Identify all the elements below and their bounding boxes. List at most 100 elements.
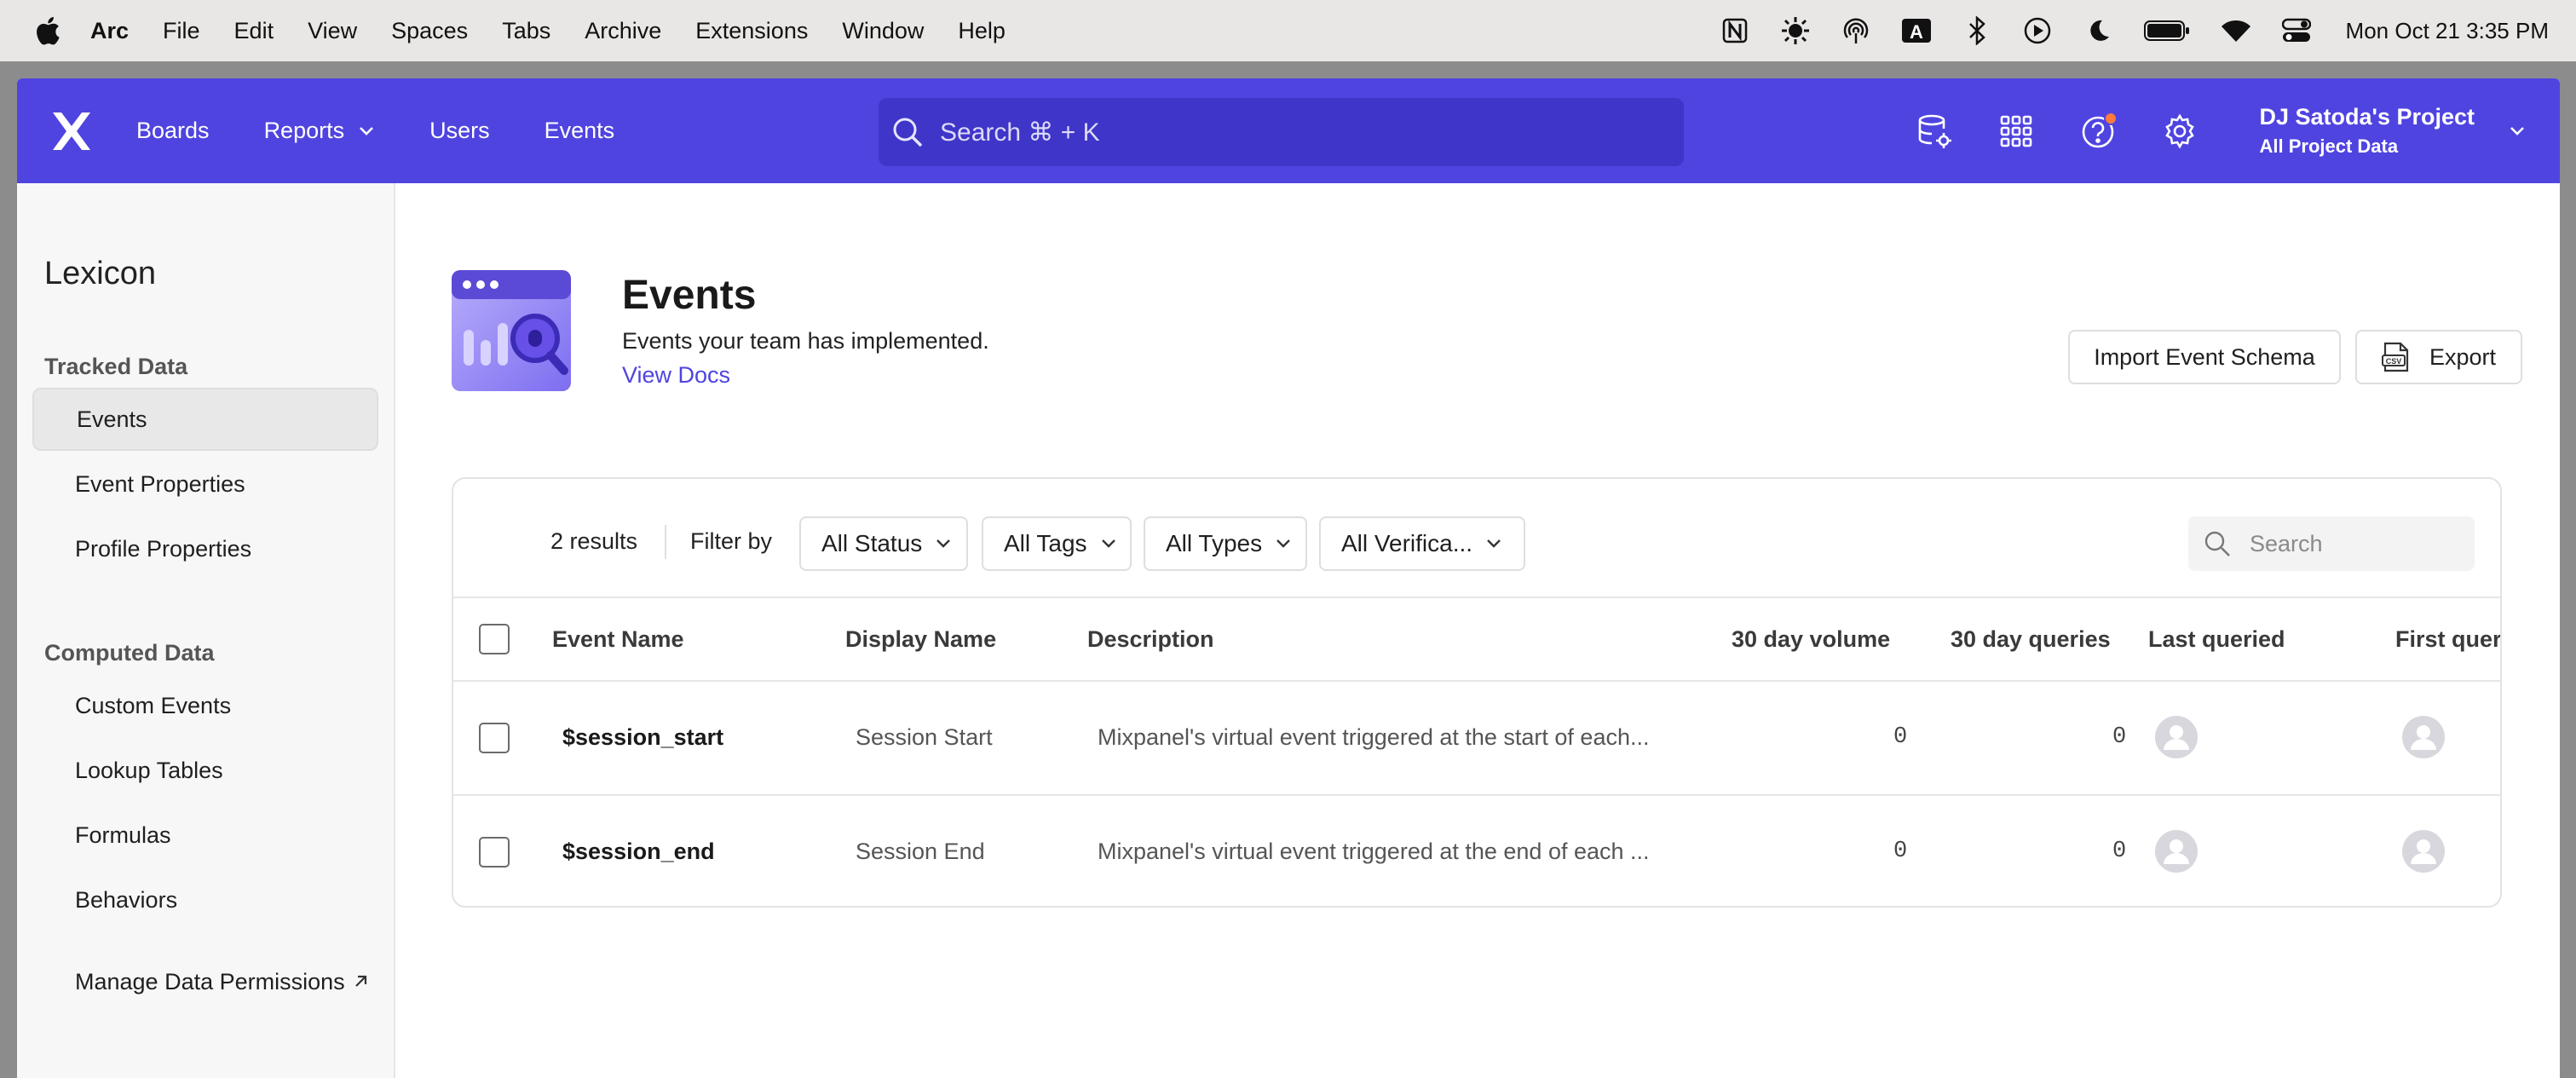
verification-filter-dropdown[interactable]: All Verifica... bbox=[1319, 516, 1525, 571]
events-illustration-icon bbox=[452, 270, 571, 391]
project-name: DJ Satoda's Project bbox=[2259, 104, 2475, 130]
project-switcher[interactable]: DJ Satoda's Project All Project Data bbox=[2259, 104, 2475, 158]
global-search[interactable]: Search ⌘ + K bbox=[879, 98, 1684, 166]
types-filter-dropdown[interactable]: All Types bbox=[1144, 516, 1307, 571]
menu-spaces[interactable]: Spaces bbox=[391, 18, 468, 44]
menu-edit[interactable]: Edit bbox=[234, 18, 274, 44]
page-title: Events bbox=[622, 273, 757, 318]
sidebar-item-custom-events[interactable]: Custom Events bbox=[32, 674, 378, 737]
gear-icon[interactable] bbox=[2160, 112, 2199, 151]
results-count: 2 results bbox=[550, 528, 638, 554]
airdrop-icon[interactable] bbox=[1841, 15, 1871, 46]
bluetooth-icon[interactable] bbox=[1962, 15, 1992, 46]
sidebar-item-label: Lookup Tables bbox=[75, 757, 223, 783]
user-avatar-icon bbox=[2402, 830, 2445, 873]
col-event-name[interactable]: Event Name bbox=[552, 626, 684, 653]
table-row[interactable]: $session_start Session Start Mixpanel's … bbox=[453, 682, 2500, 796]
col-30-day-queries[interactable]: 30 day queries bbox=[1951, 626, 2111, 653]
mixpanel-logo-icon[interactable] bbox=[49, 109, 94, 153]
volume-value: 0 bbox=[1893, 724, 1908, 750]
tags-filter-dropdown[interactable]: All Tags bbox=[982, 516, 1132, 571]
nav-reports-label: Reports bbox=[263, 118, 345, 143]
sidebar-item-event-properties[interactable]: Event Properties bbox=[32, 453, 378, 516]
col-last-queried[interactable]: Last queried bbox=[2148, 626, 2285, 653]
verification-filter-value: All Verifica... bbox=[1341, 530, 1473, 556]
col-description[interactable]: Description bbox=[1087, 626, 1214, 653]
chevron-down-icon bbox=[936, 539, 951, 548]
svg-text:CSV: CSV bbox=[2386, 357, 2402, 366]
help-icon[interactable] bbox=[2078, 111, 2118, 151]
menu-app-name[interactable]: Arc bbox=[90, 18, 129, 44]
view-docs-link[interactable]: View Docs bbox=[622, 362, 730, 389]
display-name: Session Start bbox=[856, 724, 993, 750]
nav-events[interactable]: Events bbox=[545, 118, 615, 144]
notification-dot bbox=[2104, 111, 2118, 125]
notion-icon[interactable] bbox=[1720, 15, 1750, 46]
event-description: Mixpanel's virtual event triggered at th… bbox=[1098, 724, 1650, 750]
import-button-label: Import Event Schema bbox=[2094, 343, 2315, 370]
wifi-icon[interactable] bbox=[2221, 15, 2251, 46]
col-30-day-volume[interactable]: 30 day volume bbox=[1732, 626, 1890, 653]
col-display-name[interactable]: Display Name bbox=[845, 626, 996, 653]
chevron-down-icon bbox=[1276, 539, 1290, 548]
menu-tabs[interactable]: Tabs bbox=[502, 18, 550, 44]
event-name[interactable]: $session_end bbox=[562, 839, 715, 865]
event-description: Mixpanel's virtual event triggered at th… bbox=[1098, 839, 1650, 864]
table-header: Event Name Display Name Description 30 d… bbox=[453, 598, 2500, 682]
types-filter-value: All Types bbox=[1166, 530, 1263, 556]
sidebar-item-events[interactable]: Events bbox=[32, 388, 378, 451]
table-row[interactable]: $session_end Session End Mixpanel's virt… bbox=[453, 796, 2500, 906]
now-playing-icon[interactable] bbox=[2022, 15, 2053, 46]
chevron-down-icon[interactable] bbox=[2509, 125, 2526, 137]
volume-value: 0 bbox=[1893, 839, 1908, 864]
queries-value: 0 bbox=[2112, 724, 2127, 750]
row-checkbox[interactable] bbox=[479, 723, 510, 753]
sidebar-item-behaviors[interactable]: Behaviors bbox=[32, 868, 378, 931]
menu-archive[interactable]: Archive bbox=[585, 18, 661, 44]
sidebar-item-lookup-tables[interactable]: Lookup Tables bbox=[32, 739, 378, 802]
focus-moon-icon[interactable] bbox=[2083, 15, 2113, 46]
global-search-placeholder: Search ⌘ + K bbox=[940, 118, 1100, 147]
macos-menu-bar: Arc File Edit View Spaces Tabs Archive E… bbox=[0, 0, 2576, 61]
data-settings-icon[interactable] bbox=[1915, 112, 1954, 151]
menu-clock[interactable]: Mon Oct 21 3:35 PM bbox=[2346, 18, 2549, 44]
nav-boards[interactable]: Boards bbox=[136, 118, 210, 144]
input-source-icon[interactable]: A bbox=[1901, 15, 1932, 46]
menu-view[interactable]: View bbox=[308, 18, 357, 44]
svg-text:A: A bbox=[1910, 21, 1923, 43]
apps-grid-icon[interactable] bbox=[1997, 112, 2036, 151]
section-tracked-data: Tracked Data bbox=[44, 354, 188, 379]
table-search-input[interactable]: Search bbox=[2188, 516, 2475, 571]
filter-by-label: Filter by bbox=[690, 528, 773, 554]
event-name[interactable]: $session_start bbox=[562, 724, 723, 751]
nav-reports[interactable]: Reports bbox=[264, 118, 376, 144]
section-computed-data: Computed Data bbox=[44, 640, 215, 666]
top-nav-bar: Boards Reports Users Events Search ⌘ + K bbox=[17, 78, 2560, 183]
menu-file[interactable]: File bbox=[163, 18, 200, 44]
nav-users[interactable]: Users bbox=[429, 118, 490, 144]
nav-boards-label: Boards bbox=[136, 118, 210, 143]
menu-extensions[interactable]: Extensions bbox=[695, 18, 808, 44]
sidebar-item-profile-properties[interactable]: Profile Properties bbox=[32, 517, 378, 580]
status-filter-value: All Status bbox=[821, 530, 923, 556]
select-all-checkbox[interactable] bbox=[479, 624, 510, 654]
sun-gear-icon[interactable] bbox=[1780, 15, 1811, 46]
table-search-placeholder: Search bbox=[2250, 530, 2323, 556]
menu-help[interactable]: Help bbox=[958, 18, 1006, 44]
export-button[interactable]: CSV Export bbox=[2355, 330, 2522, 384]
project-scope: All Project Data bbox=[2259, 135, 2399, 157]
main-content: Events Events your team has implemented.… bbox=[397, 183, 2560, 1078]
col-first-queried[interactable]: First queri bbox=[2395, 626, 2500, 653]
apple-icon[interactable] bbox=[32, 14, 61, 47]
import-event-schema-button[interactable]: Import Event Schema bbox=[2068, 330, 2341, 384]
row-checkbox[interactable] bbox=[479, 837, 510, 868]
sidebar-item-manage-permissions[interactable]: Manage Data Permissions bbox=[32, 950, 378, 1013]
browser-window: Boards Reports Users Events Search ⌘ + K bbox=[0, 61, 2576, 1078]
menu-window[interactable]: Window bbox=[842, 18, 924, 44]
sidebar-item-label: Profile Properties bbox=[75, 535, 252, 562]
sidebar-item-formulas[interactable]: Formulas bbox=[32, 804, 378, 867]
header-tools: DJ Satoda's Project All Project Data bbox=[1872, 78, 2526, 183]
status-filter-dropdown[interactable]: All Status bbox=[799, 516, 968, 571]
battery-icon[interactable] bbox=[2143, 15, 2191, 46]
control-center-icon[interactable] bbox=[2281, 15, 2312, 46]
